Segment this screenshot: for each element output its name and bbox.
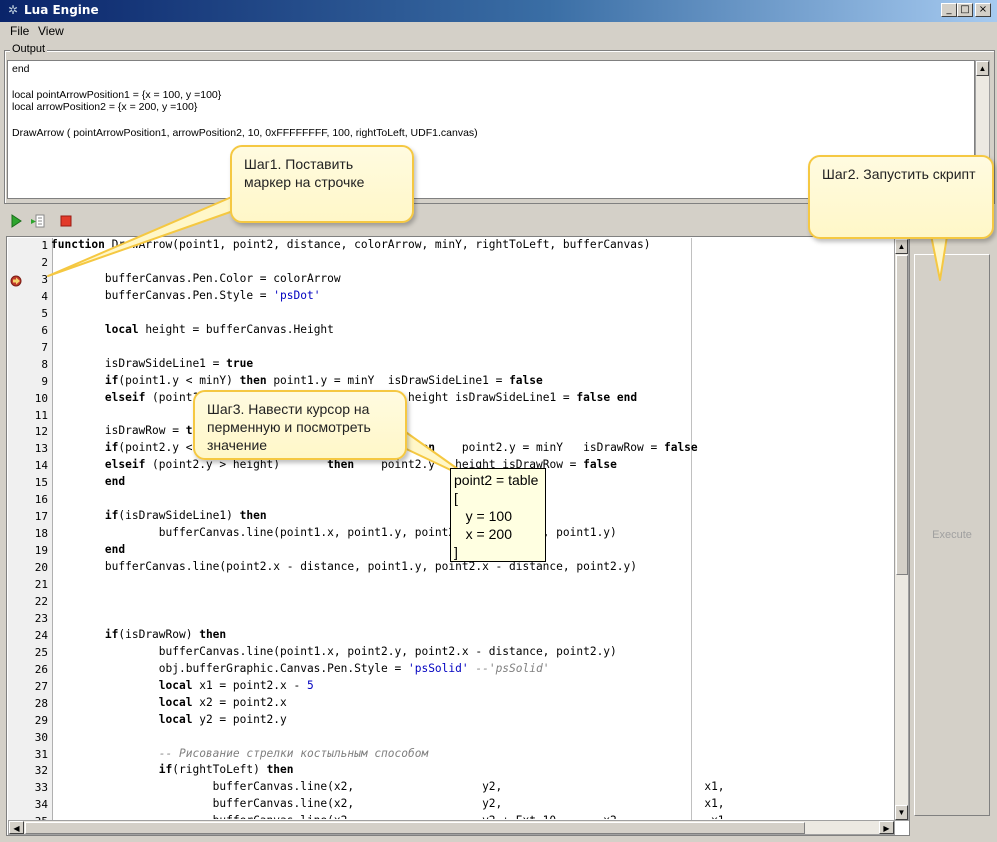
run-icon[interactable] bbox=[8, 213, 24, 229]
code-line[interactable]: end bbox=[51, 475, 125, 488]
callout-step1: Шаг1. Поставить маркер на строчке bbox=[230, 145, 414, 223]
code-line[interactable]: local height = bufferCanvas.Height bbox=[51, 323, 334, 336]
editor-horizontal-scrollbar[interactable]: ◀ ▶ bbox=[8, 820, 895, 835]
callout-step3-text: Шаг3. Навести курсор на перменную и посм… bbox=[207, 401, 371, 453]
vertical-scroll-thumb[interactable] bbox=[896, 255, 908, 575]
output-line: DrawArrow ( pointArrowPosition1, arrowPo… bbox=[12, 126, 478, 139]
code-line[interactable]: bufferCanvas.line(point1.x, point2.y, po… bbox=[51, 645, 617, 658]
close-button[interactable]: × bbox=[975, 3, 991, 17]
editor-vertical-scrollbar[interactable]: ▲ ▼ bbox=[894, 238, 909, 821]
horizontal-scroll-thumb[interactable] bbox=[25, 822, 805, 834]
menu-file[interactable]: File bbox=[10, 24, 29, 38]
code-line[interactable]: if(isDrawRow) then bbox=[51, 628, 226, 641]
execute-button[interactable]: Execute bbox=[914, 254, 990, 816]
title-bar[interactable]: ✲ Lua Engine _ □ × bbox=[0, 0, 997, 22]
code-line[interactable]: end bbox=[51, 543, 125, 556]
callout-step2-text: Шаг2. Запустить скрипт bbox=[822, 166, 976, 182]
code-line[interactable]: -- Рисование стрелки костыльным способом bbox=[51, 747, 428, 760]
minimize-button[interactable]: _ bbox=[941, 3, 957, 17]
code-line[interactable]: bufferCanvas.line(x2, y2, x1, bbox=[51, 797, 725, 810]
scroll-right-icon[interactable]: ▶ bbox=[879, 821, 894, 834]
output-label: Output bbox=[10, 43, 48, 55]
callout-step3: Шаг3. Навести курсор на перменную и посм… bbox=[193, 390, 407, 460]
code-line[interactable]: bufferCanvas.line(x2, y2, x1, bbox=[51, 780, 725, 793]
code-line[interactable]: isDrawRow = true bbox=[51, 424, 213, 437]
window-title: Lua Engine bbox=[24, 3, 99, 17]
code-line[interactable]: bufferCanvas.line(x2, y2 + Ext.10, x2, x… bbox=[51, 814, 732, 819]
menu-view[interactable]: View bbox=[38, 24, 64, 38]
code-line[interactable]: obj.bufferGraphic.Canvas.Pen.Style = 'ps… bbox=[51, 662, 550, 675]
code-line[interactable]: isDrawSideLine1 = true bbox=[51, 357, 253, 370]
output-line: end bbox=[12, 63, 30, 75]
variable-tooltip: point2 = table [ y = 100 x = 200 ] bbox=[450, 468, 546, 562]
callout-step2: Шаг2. Запустить скрипт bbox=[808, 155, 994, 239]
callout-step1-text: Шаг1. Поставить маркер на строчке bbox=[244, 156, 365, 190]
callout-pointer bbox=[47, 195, 237, 277]
scroll-left-icon[interactable]: ◀ bbox=[9, 821, 24, 834]
output-line: local pointArrowPosition1 = {x = 100, y … bbox=[12, 88, 222, 101]
code-line[interactable]: if(isDrawSideLine1) then bbox=[51, 509, 267, 522]
code-line[interactable]: local x1 = point2.x - 5 bbox=[51, 679, 314, 692]
scroll-down-icon[interactable]: ▼ bbox=[895, 805, 908, 820]
code-line[interactable]: local x2 = point2.x bbox=[51, 696, 287, 709]
code-line[interactable]: if(rightToLeft) then bbox=[51, 763, 294, 776]
code-line[interactable]: local y2 = point2.y bbox=[51, 713, 287, 726]
code-line[interactable]: bufferCanvas.line(point2.x - distance, p… bbox=[51, 560, 637, 573]
maximize-button[interactable]: □ bbox=[957, 3, 973, 17]
code-line[interactable]: if(point1.y < minY) then point1.y = minY… bbox=[51, 374, 543, 387]
output-line: local arrowPosition2 = {x = 200, y =100} bbox=[12, 101, 198, 114]
scroll-up-icon[interactable]: ▲ bbox=[895, 239, 908, 254]
scroll-up-icon[interactable]: ▲ bbox=[976, 61, 989, 76]
app-icon: ✲ bbox=[7, 3, 19, 17]
code-line[interactable]: bufferCanvas.Pen.Style = 'psDot' bbox=[51, 289, 321, 302]
